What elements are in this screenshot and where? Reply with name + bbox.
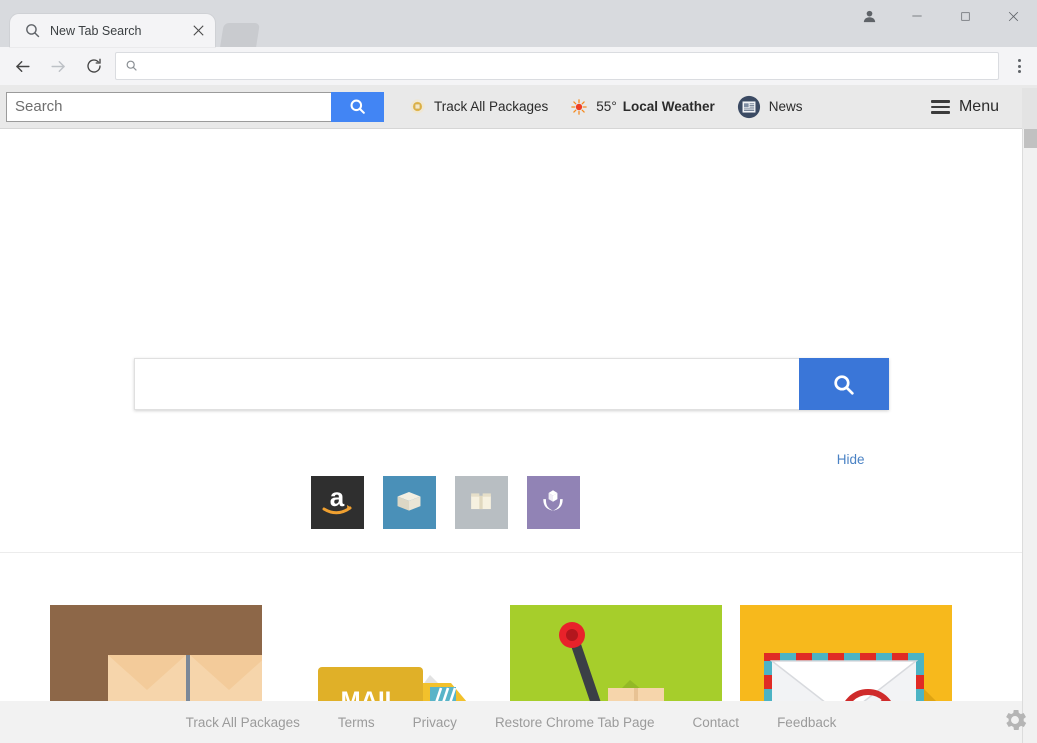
page-scrollbar[interactable] (1022, 88, 1037, 743)
forward-arrow-icon[interactable] (43, 51, 73, 81)
search-button[interactable] (331, 91, 384, 122)
footer-link-contact[interactable]: Contact (693, 715, 740, 730)
section-divider (0, 552, 1022, 553)
main-search-box (133, 358, 889, 410)
main-search-input[interactable] (133, 358, 799, 410)
ext-item-label: Track All Packages (434, 99, 549, 114)
footer-link-track-all-packages[interactable]: Track All Packages (186, 715, 300, 730)
tab-title: New Tab Search (50, 23, 142, 38)
weather-temperature: 55° (596, 99, 617, 114)
scrollbar-thumb[interactable] (1024, 129, 1037, 148)
scrollbar-cap (1022, 88, 1037, 129)
new-tab-button[interactable] (220, 23, 260, 47)
ext-item-news[interactable]: News (726, 85, 814, 129)
browser-window: New Tab Search Search Track All Packages… (0, 0, 1037, 743)
three-dot-menu-icon[interactable] (1005, 51, 1033, 81)
page-footer: Track All Packages Terms Privacy Restore… (0, 701, 1022, 743)
search-icon (24, 22, 41, 39)
hide-row: Hide (134, 452, 889, 467)
ext-item-label: Local Weather (622, 99, 715, 114)
title-bar: New Tab Search (0, 0, 1037, 47)
amazon-logo-icon: a (316, 479, 358, 526)
tile-amazon[interactable]: a (310, 476, 364, 529)
close-icon[interactable] (189, 22, 207, 40)
hide-link[interactable]: Hide (837, 452, 865, 467)
navigation-toolbar (0, 47, 1037, 85)
newspaper-icon (737, 95, 761, 119)
maximize-icon[interactable] (941, 0, 989, 32)
minimize-icon[interactable] (893, 0, 941, 32)
close-icon[interactable] (989, 0, 1037, 32)
carton-box-icon (467, 486, 495, 519)
page-content: Hide a Track All Packages Terms Privacy … (0, 129, 1022, 743)
footer-link-terms[interactable]: Terms (338, 715, 375, 730)
extension-menu-button[interactable]: Menu (930, 85, 999, 129)
settings-gear-button[interactable] (997, 704, 1033, 740)
hamburger-menu-icon (930, 100, 950, 114)
extension-toolbar: Track All Packages 55° Local Weather (0, 85, 1037, 129)
address-bar[interactable] (115, 52, 999, 80)
svg-text:a: a (330, 482, 345, 512)
shortcut-tiles: a (310, 476, 580, 529)
package-icon (409, 98, 426, 115)
tile-carton[interactable] (454, 476, 508, 529)
ext-item-track-all-packages[interactable]: Track All Packages (398, 85, 559, 129)
sun-icon (570, 98, 588, 116)
search-input[interactable] (6, 91, 331, 122)
footer-link-restore-chrome-tab-page[interactable]: Restore Chrome Tab Page (495, 715, 655, 730)
main-search-button[interactable] (798, 358, 889, 410)
open-box-icon (394, 485, 424, 520)
search-icon (125, 59, 139, 73)
window-controls (845, 0, 1037, 32)
browser-tab[interactable]: New Tab Search (10, 14, 215, 47)
ext-item-label: News (768, 99, 803, 114)
extension-menu-label: Menu (958, 98, 999, 115)
reload-icon[interactable] (79, 51, 109, 81)
footer-link-privacy[interactable]: Privacy (413, 715, 457, 730)
extension-search (6, 91, 384, 122)
tile-open-box[interactable] (382, 476, 436, 529)
ext-item-local-weather[interactable]: 55° Local Weather (559, 85, 725, 129)
footer-link-feedback[interactable]: Feedback (777, 715, 836, 730)
tile-hands-package[interactable] (526, 476, 580, 529)
gear-icon (1001, 706, 1029, 739)
hands-holding-package-icon (538, 485, 568, 520)
back-arrow-icon[interactable] (7, 51, 37, 81)
hero-section: Hide a (0, 129, 1022, 529)
profile-avatar-icon[interactable] (845, 0, 893, 32)
